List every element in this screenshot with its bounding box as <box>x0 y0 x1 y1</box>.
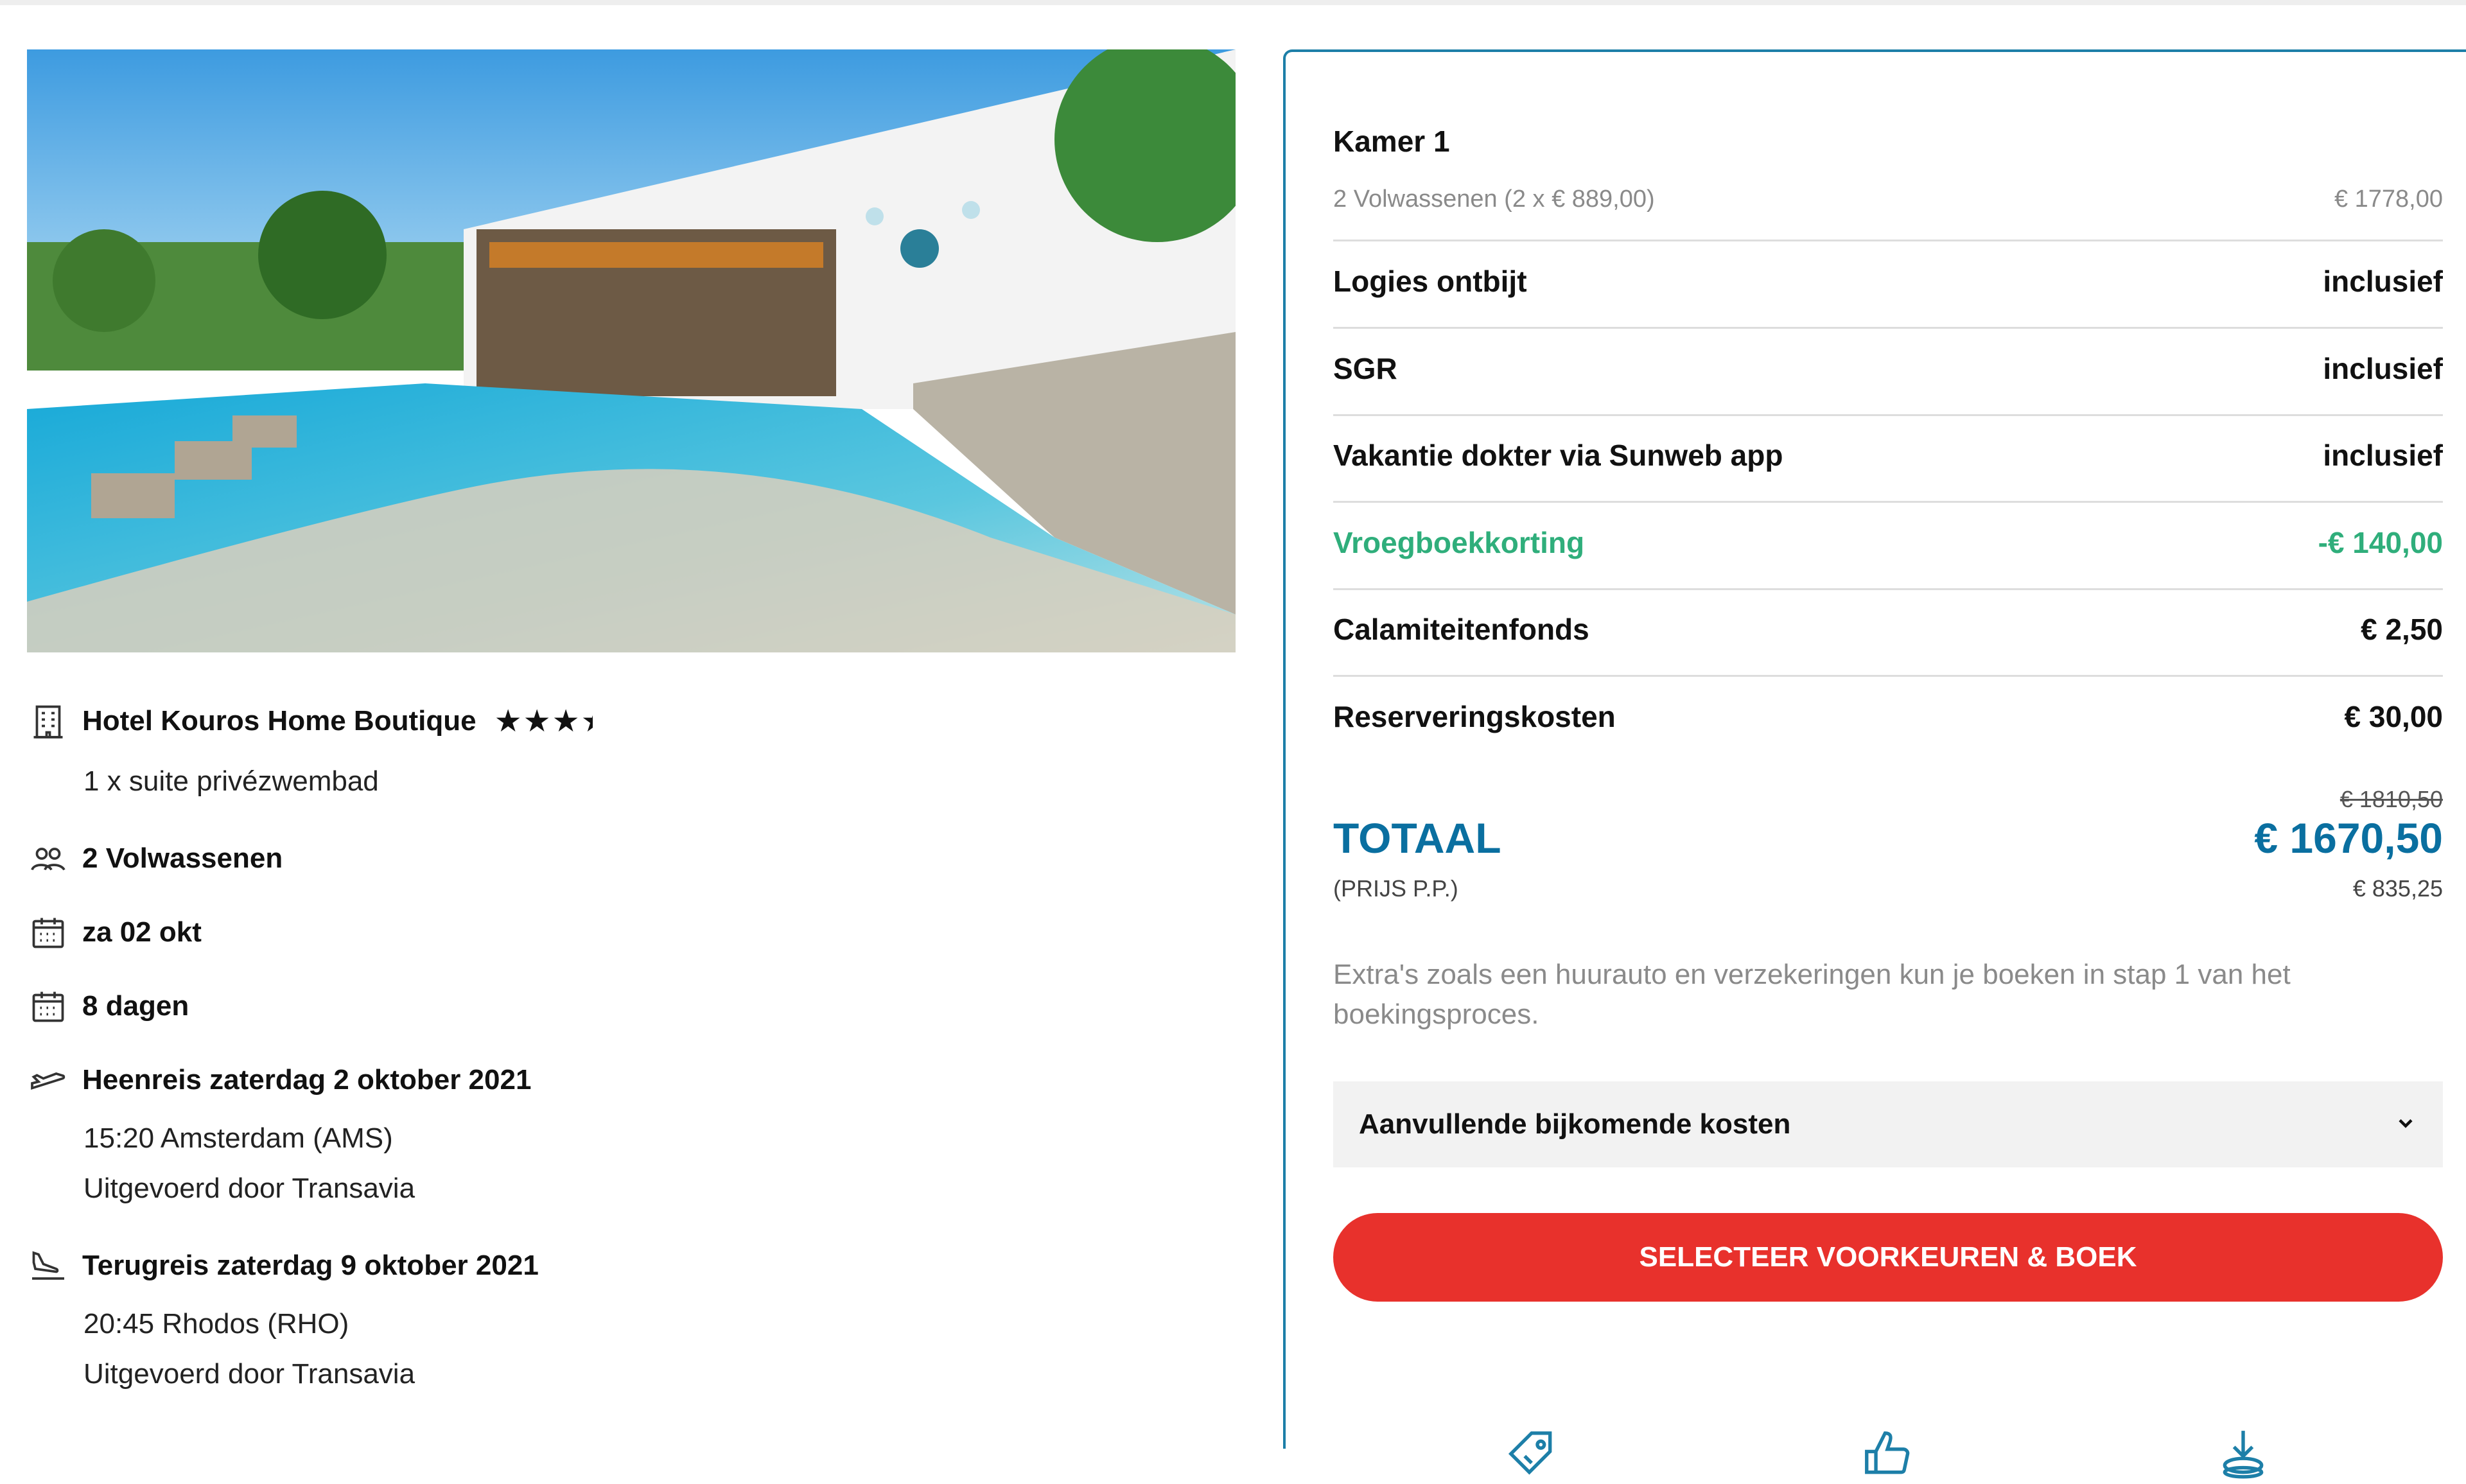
download-icon <box>2208 1426 2278 1484</box>
price-line: Logies ontbijt inclusief <box>1333 264 2443 299</box>
return-departure: 20:45 Rhodos (RHO) <box>83 1308 349 1340</box>
hotel-name[interactable]: Hotel Kouros Home Boutique <box>82 705 477 737</box>
price-line-label: Vakantie dokter via Sunweb app <box>1333 439 1783 472</box>
chevron-down-icon[interactable] <box>2394 1112 2417 1138</box>
price-line-value: inclusief <box>2323 439 2443 472</box>
divider <box>1333 414 2443 416</box>
price-line-value: inclusief <box>2323 352 2443 385</box>
total-row: TOTAAL € 1670,50 <box>1333 814 2443 862</box>
price-line: SGR inclusief <box>1333 351 2443 386</box>
hotel-photo[interactable] <box>27 49 1236 652</box>
star-icon: ★★★ <box>494 704 581 738</box>
per-person-label: (PRIJS P.P.) <box>1333 875 1458 902</box>
date-row: za 02 okt <box>27 911 202 954</box>
travelers: 2 Volwassenen <box>82 842 283 874</box>
star-rating: ★★★★ <box>494 703 593 739</box>
per-person-row: (PRIJS P.P.) € 835,25 <box>1333 875 2443 902</box>
price-line: Vakantie dokter via Sunweb app inclusief <box>1333 438 2443 473</box>
building-icon <box>27 700 69 742</box>
additional-costs-accordion[interactable]: Aanvullende bijkomende kosten <box>1333 1081 2443 1167</box>
room-title: Kamer 1 <box>1333 125 1450 158</box>
room-price: € 1778,00 <box>2334 186 2443 213</box>
outbound-departure: 15:20 Amsterdam (AMS) <box>83 1122 393 1154</box>
return-operator: Uitgevoerd door Transavia <box>83 1358 415 1390</box>
price-line-label: SGR <box>1333 352 1397 385</box>
return-row: Terugreis zaterdag 9 oktober 2021 <box>27 1244 539 1287</box>
divider <box>1333 675 2443 677</box>
price-line-label: Calamiteitenfonds <box>1333 613 1589 646</box>
total-label: TOTAAL <box>1333 814 1501 862</box>
outbound-operator: Uitgevoerd door Transavia <box>83 1173 415 1204</box>
price-line-value: € 30,00 <box>2344 700 2443 733</box>
thumbs-up-icon <box>1852 1426 1923 1484</box>
discount-label: Vroegboekkorting <box>1333 526 1585 559</box>
extras-note: Extra's zoals een huurauto en verzekerin… <box>1333 959 2291 1030</box>
room-detail: 2 Volwassenen (2 x € 889,00) <box>1333 186 1655 213</box>
price-line-value: inclusief <box>2323 265 2443 298</box>
outbound-title: Heenreis zaterdag 2 oktober 2021 <box>82 1064 532 1096</box>
people-icon <box>27 837 69 880</box>
old-total-row: € 1810,50 <box>1333 786 2443 813</box>
divider <box>1333 501 2443 503</box>
divider <box>1333 327 2443 329</box>
discount-value: -€ 140,00 <box>2318 526 2443 559</box>
price-tag-icon <box>1496 1426 1567 1484</box>
plane-departure-icon <box>27 1059 69 1101</box>
price-line-label: Logies ontbijt <box>1333 265 1527 298</box>
hotel-row: Hotel Kouros Home Boutique ★★★★ <box>27 700 593 742</box>
accordion-label: Aanvullende bijkomende kosten <box>1359 1108 1791 1140</box>
duration-row: 8 dagen <box>27 985 189 1027</box>
select-preferences-book-button[interactable]: SELECTEER VOORKEUREN & BOEK <box>1333 1213 2443 1302</box>
price-summary-panel: Kamer 1 2 Volwassenen (2 x € 889,00) € 1… <box>1283 49 2466 1479</box>
outbound-row: Heenreis zaterdag 2 oktober 2021 <box>27 1059 531 1101</box>
top-divider <box>0 0 2466 5</box>
price-line-label: Reserveringskosten <box>1333 700 1616 733</box>
room-header: Kamer 1 <box>1333 124 2443 159</box>
per-person-price: € 835,25 <box>2352 875 2443 902</box>
return-title: Terugreis zaterdag 9 oktober 2021 <box>82 1250 539 1281</box>
price-line: Calamiteitenfonds € 2,50 <box>1333 612 2443 647</box>
price-line: Reserveringskosten € 30,00 <box>1333 699 2443 734</box>
total-price: € 1670,50 <box>2254 814 2443 862</box>
calendar-icon <box>27 911 69 954</box>
discount-line: Vroegboekkorting -€ 140,00 <box>1333 525 2443 560</box>
price-line-value: € 2,50 <box>2361 613 2443 646</box>
room-price-row: 2 Volwassenen (2 x € 889,00) € 1778,00 <box>1333 186 2443 213</box>
room-type: 1 x suite privézwembad <box>83 765 379 797</box>
half-star-icon: ★ <box>581 703 593 739</box>
divider <box>1333 240 2443 241</box>
plane-arrival-icon <box>27 1244 69 1287</box>
departure-date: za 02 okt <box>82 916 202 948</box>
duration: 8 dagen <box>82 990 189 1022</box>
divider <box>1333 588 2443 590</box>
travelers-row: 2 Volwassenen <box>27 837 283 880</box>
calendar-icon <box>27 985 69 1027</box>
old-total: € 1810,50 <box>2339 786 2443 812</box>
